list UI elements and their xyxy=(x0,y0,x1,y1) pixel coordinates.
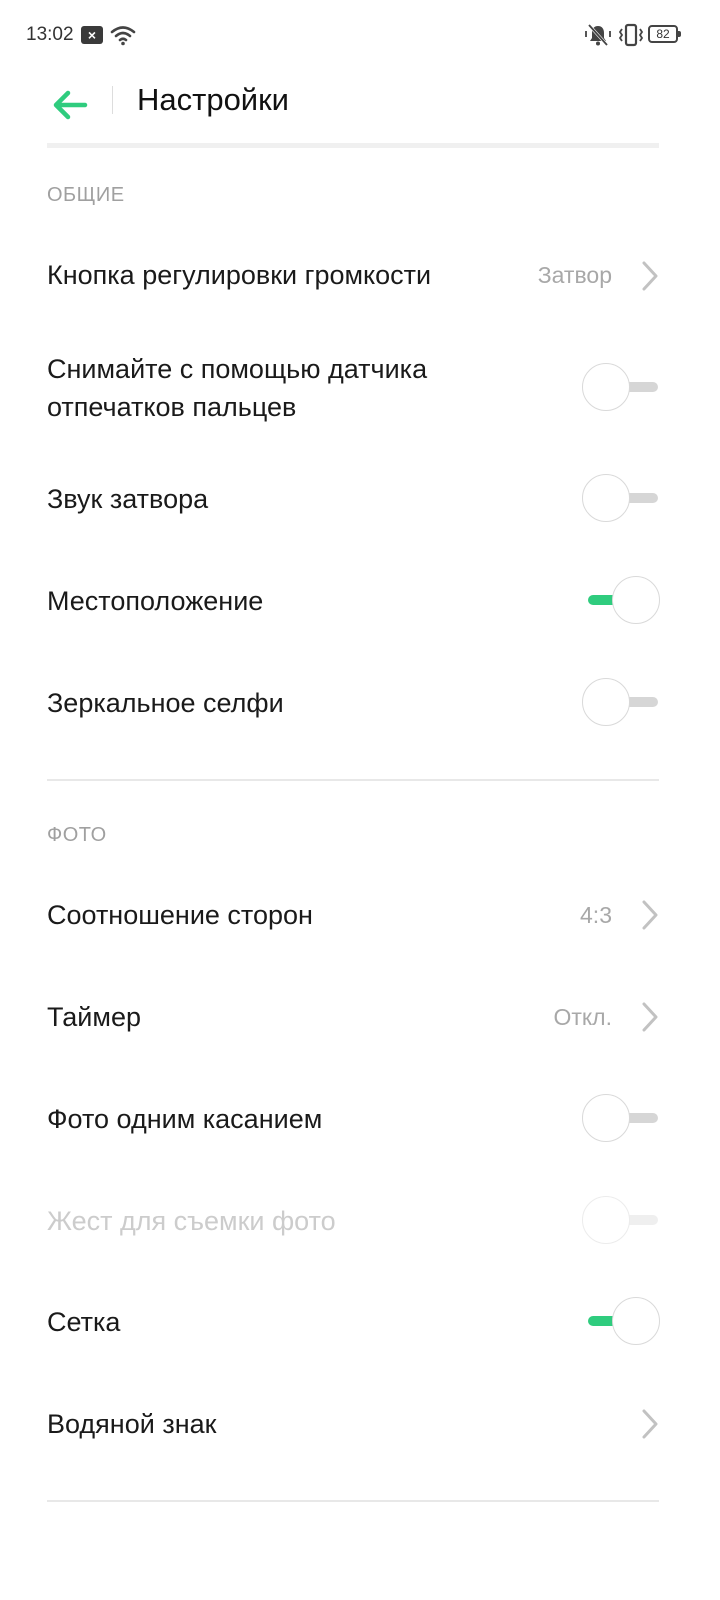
back-arrow-icon xyxy=(53,90,88,120)
section-title-general: ОБЩИЕ xyxy=(47,184,125,206)
setting-label-line2: отпечатков пальцев xyxy=(47,392,297,422)
chevron-right-icon xyxy=(642,1409,658,1439)
setting-mirror-selfie[interactable]: Зеркальное селфи xyxy=(0,658,720,746)
setting-label-line1: Снимайте с помощью датчика xyxy=(47,354,428,384)
setting-timer[interactable]: Таймер Откл. xyxy=(0,973,720,1061)
setting-watermark[interactable]: Водяной знак xyxy=(0,1379,720,1467)
setting-fingerprint-shoot[interactable]: Снимайте с помощью датчика отпечатков па… xyxy=(0,340,720,436)
toggle-knob xyxy=(612,576,660,624)
toggle-knob xyxy=(582,474,630,522)
setting-one-touch-photo[interactable]: Фото одним касанием xyxy=(0,1074,720,1162)
toggle-switch[interactable] xyxy=(582,474,660,522)
toggle-knob xyxy=(612,1297,660,1345)
toggle-switch[interactable] xyxy=(582,1094,660,1142)
section-title-photo: ФОТО xyxy=(47,824,107,846)
toggle-knob xyxy=(582,1196,630,1244)
setting-value: Затвор xyxy=(537,262,612,288)
toggle-switch xyxy=(582,1196,660,1244)
battery-icon: 82 xyxy=(648,25,681,43)
setting-volume-button[interactable]: Кнопка регулировки громкости Затвор xyxy=(0,232,720,320)
header-separator xyxy=(47,143,659,148)
back-button[interactable] xyxy=(40,75,100,135)
setting-location[interactable]: Местоположение xyxy=(0,556,720,644)
setting-value: Откл. xyxy=(553,1004,612,1030)
toggle-knob xyxy=(582,678,630,726)
battery-level: 82 xyxy=(656,27,670,41)
toggle-knob xyxy=(582,1094,630,1142)
setting-label: Водяной знак xyxy=(47,1409,217,1439)
status-bar: 13:02 × 82 xyxy=(0,0,720,70)
setting-label: Соотношение сторон xyxy=(47,900,313,930)
section-divider xyxy=(47,779,659,781)
mute-icon xyxy=(585,23,611,47)
setting-label: Таймер xyxy=(47,1002,141,1032)
setting-gesture-photo: Жест для съемки фото xyxy=(0,1176,720,1264)
notification-x-icon: × xyxy=(81,26,103,44)
toggle-switch[interactable] xyxy=(582,576,660,624)
app-header: Настройки xyxy=(0,70,720,148)
toggle-knob xyxy=(582,363,630,411)
setting-aspect-ratio[interactable]: Соотношение сторон 4:3 xyxy=(0,871,720,959)
header-divider xyxy=(112,86,113,114)
toggle-switch[interactable] xyxy=(582,363,660,411)
setting-label: Местоположение xyxy=(47,586,264,616)
page-title: Настройки xyxy=(137,82,290,117)
vibrate-icon xyxy=(618,23,644,47)
chevron-right-icon xyxy=(642,1002,658,1032)
setting-shutter-sound[interactable]: Звук затвора xyxy=(0,454,720,542)
chevron-right-icon xyxy=(642,261,658,291)
status-time: 13:02 xyxy=(26,24,74,45)
setting-label: Кнопка регулировки громкости xyxy=(47,260,432,290)
setting-label: Жест для съемки фото xyxy=(47,1206,336,1236)
setting-label: Зеркальное селфи xyxy=(47,688,284,718)
setting-label: Звук затвора xyxy=(47,484,209,514)
toggle-switch[interactable] xyxy=(582,678,660,726)
setting-value: 4:3 xyxy=(580,902,612,928)
setting-label: Сетка xyxy=(47,1307,121,1337)
chevron-right-icon xyxy=(642,900,658,930)
section-divider xyxy=(47,1500,659,1502)
setting-grid[interactable]: Сетка xyxy=(0,1277,720,1365)
toggle-switch[interactable] xyxy=(582,1297,660,1345)
wifi-icon xyxy=(110,26,136,46)
setting-label: Фото одним касанием xyxy=(47,1104,323,1134)
